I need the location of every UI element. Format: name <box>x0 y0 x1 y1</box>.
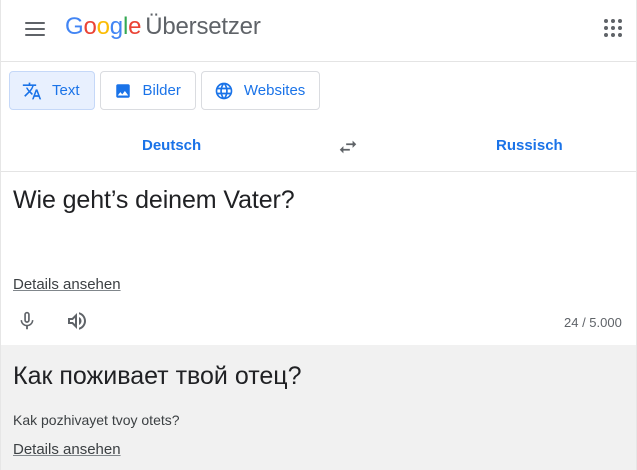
source-language-button[interactable]: Deutsch <box>142 137 201 154</box>
tab-websites[interactable]: Websites <box>200 71 321 110</box>
header-divider <box>1 61 636 62</box>
logo-letter: o <box>83 13 97 40</box>
tab-text-label: Text <box>52 82 80 99</box>
transliteration-text: Kak pozhivayet tvoy otets? <box>13 412 180 428</box>
swap-arrows-icon[interactable] <box>337 136 359 158</box>
language-selector-row: Deutsch Russisch <box>1 128 636 166</box>
image-icon <box>113 81 133 101</box>
character-count: 24 / 5.000 <box>564 315 622 330</box>
language-divider <box>1 171 636 172</box>
translation-result-panel: Как поживает твой отец? Kak pozhivayet t… <box>1 345 636 470</box>
speaker-icon[interactable] <box>65 309 89 333</box>
apps-grid-icon[interactable] <box>604 19 622 37</box>
logo-letter: o <box>96 13 110 40</box>
logo-letter: G <box>65 13 84 40</box>
source-details-link[interactable]: Details ansehen <box>13 276 121 293</box>
logo-letter: g <box>109 13 123 40</box>
app-frame: Google Übersetzer Text Bilder Websites D… <box>0 0 637 470</box>
tab-text[interactable]: Text <box>9 71 95 110</box>
tab-images[interactable]: Bilder <box>99 71 196 110</box>
globe-icon <box>214 81 234 101</box>
translate-icon <box>22 81 42 101</box>
microphone-icon[interactable] <box>16 309 38 333</box>
product-name: Übersetzer <box>145 13 261 40</box>
logo-letter: e <box>128 13 142 40</box>
target-language-button[interactable]: Russisch <box>496 137 563 154</box>
mode-tabs: Text Bilder Websites <box>9 71 321 111</box>
tab-websites-label: Websites <box>243 82 306 99</box>
result-details-link[interactable]: Details ansehen <box>13 441 121 458</box>
hamburger-menu-icon[interactable] <box>23 17 47 41</box>
top-bar: Google Übersetzer <box>1 0 636 58</box>
translated-text: Как поживает твой отец? <box>13 362 302 390</box>
google-translate-logo[interactable]: Google Übersetzer <box>65 12 261 42</box>
source-text-input[interactable]: Wie geht’s deinem Vater? <box>13 186 295 215</box>
tab-images-label: Bilder <box>142 82 181 99</box>
